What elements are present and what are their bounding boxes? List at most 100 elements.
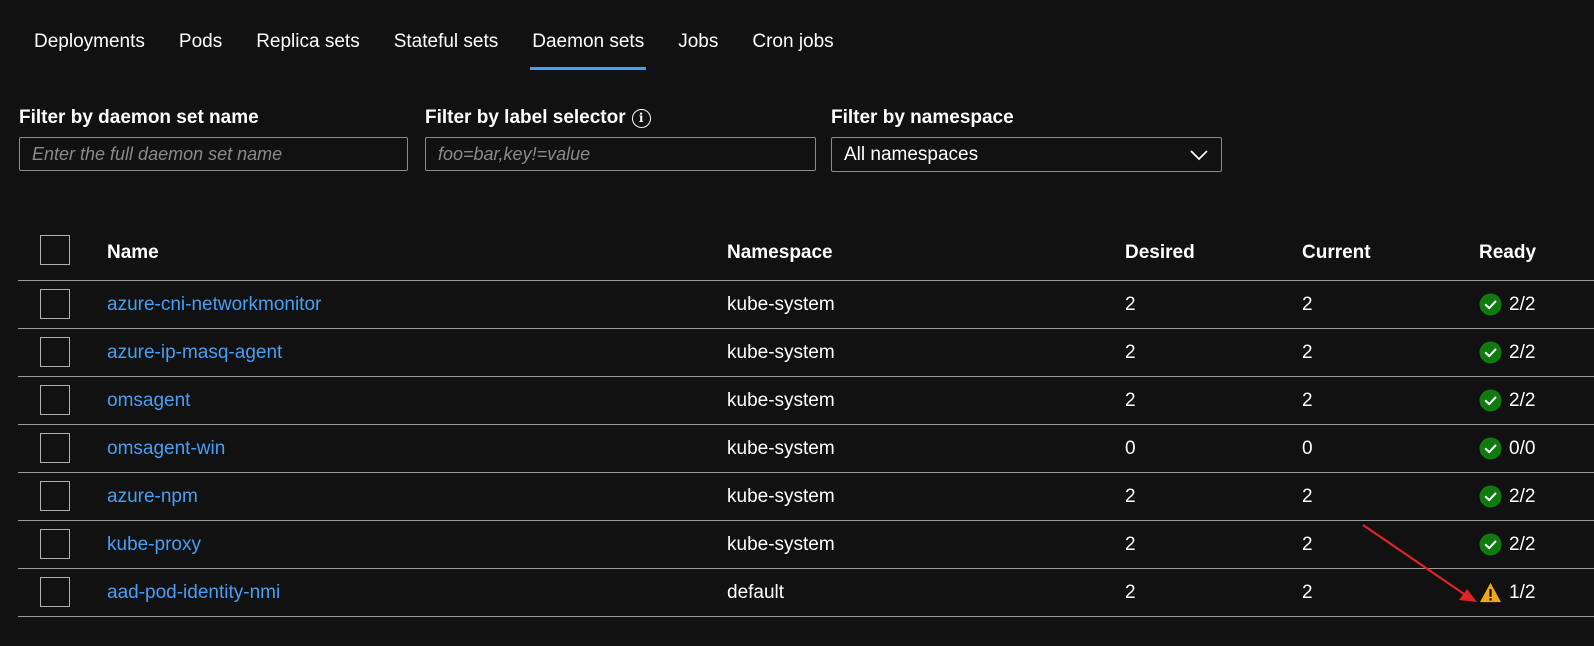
row-current: 0 bbox=[1302, 437, 1313, 459]
namespace-dropdown-value: All namespaces bbox=[844, 143, 979, 165]
info-icon[interactable]: i bbox=[631, 108, 651, 128]
row-ready-cell: 2/2 bbox=[1479, 521, 1535, 568]
row-ready: 0/0 bbox=[1509, 437, 1536, 459]
row-current: 2 bbox=[1302, 485, 1313, 507]
daemon-set-name-link[interactable]: azure-npm bbox=[107, 486, 198, 508]
tab-deployments[interactable]: Deployments bbox=[20, 0, 159, 70]
name-filter-input[interactable] bbox=[19, 137, 408, 171]
tab-daemon-sets[interactable]: Daemon sets bbox=[518, 0, 658, 70]
daemon-set-name-link[interactable]: kube-proxy bbox=[107, 534, 201, 556]
column-header-current[interactable]: Current bbox=[1302, 225, 1371, 280]
row-checkbox[interactable] bbox=[40, 289, 70, 319]
check-circle-icon bbox=[1479, 533, 1502, 556]
row-current: 2 bbox=[1302, 581, 1313, 603]
row-checkbox[interactable] bbox=[40, 577, 70, 607]
row-ready-cell: 2/2 bbox=[1479, 281, 1535, 328]
row-name-cell: aad-pod-identity-nmi bbox=[107, 569, 280, 616]
daemon-sets-view: Deployments Pods Replica sets Stateful s… bbox=[0, 0, 1594, 646]
daemon-set-name-link[interactable]: azure-ip-masq-agent bbox=[107, 342, 282, 364]
label-selector-filter: Filter by label selector i bbox=[425, 106, 816, 171]
row-checkbox[interactable] bbox=[40, 481, 70, 511]
table-row: omsagent kube-system 2 2 2/2 bbox=[18, 377, 1594, 425]
row-ready: 2/2 bbox=[1509, 293, 1536, 315]
column-header-desired[interactable]: Desired bbox=[1125, 225, 1195, 280]
table-row: kube-proxy kube-system 2 2 2/2 bbox=[18, 521, 1594, 569]
row-desired: 2 bbox=[1125, 341, 1136, 363]
row-checkbox[interactable] bbox=[40, 529, 70, 559]
table-body: azure-cni-networkmonitor kube-system 2 2… bbox=[18, 281, 1594, 617]
table-header-row: Name Namespace Desired Current Ready bbox=[18, 225, 1594, 281]
row-name-cell: omsagent-win bbox=[107, 425, 225, 472]
row-checkbox[interactable] bbox=[40, 385, 70, 415]
namespace-filter: Filter by namespace All namespaces bbox=[831, 106, 1222, 172]
row-name-cell: azure-ip-masq-agent bbox=[107, 329, 282, 376]
label-selector-input[interactable] bbox=[425, 137, 816, 171]
row-ready: 2/2 bbox=[1509, 485, 1536, 507]
label-selector-filter-label: Filter by label selector bbox=[425, 107, 626, 128]
name-filter-label: Filter by daemon set name bbox=[19, 107, 259, 128]
row-ready-cell: 2/2 bbox=[1479, 473, 1535, 520]
select-all-checkbox[interactable] bbox=[40, 235, 70, 265]
tab-cron-jobs[interactable]: Cron jobs bbox=[738, 0, 847, 70]
row-namespace: kube-system bbox=[727, 341, 835, 363]
row-name-cell: omsagent bbox=[107, 377, 190, 424]
check-circle-icon bbox=[1479, 341, 1502, 364]
daemon-set-name-link[interactable]: aad-pod-identity-nmi bbox=[107, 582, 280, 604]
row-desired: 2 bbox=[1125, 485, 1136, 507]
row-desired: 0 bbox=[1125, 437, 1136, 459]
row-namespace: kube-system bbox=[727, 389, 835, 411]
tab-jobs[interactable]: Jobs bbox=[664, 0, 732, 70]
row-ready: 1/2 bbox=[1509, 581, 1536, 603]
row-desired: 2 bbox=[1125, 293, 1136, 315]
daemon-set-name-link[interactable]: omsagent bbox=[107, 390, 190, 412]
daemon-set-name-link[interactable]: omsagent-win bbox=[107, 438, 225, 460]
warning-triangle-icon bbox=[1479, 582, 1502, 603]
row-ready: 2/2 bbox=[1509, 341, 1536, 363]
row-namespace: kube-system bbox=[727, 533, 835, 555]
tab-pods[interactable]: Pods bbox=[165, 0, 236, 70]
row-name-cell: azure-cni-networkmonitor bbox=[107, 281, 321, 328]
row-checkbox[interactable] bbox=[40, 337, 70, 367]
row-name-cell: kube-proxy bbox=[107, 521, 201, 568]
row-current: 2 bbox=[1302, 389, 1313, 411]
row-name-cell: azure-npm bbox=[107, 473, 198, 520]
label-selector-filter-label-row: Filter by label selector i bbox=[425, 106, 816, 130]
row-ready-cell: 2/2 bbox=[1479, 377, 1535, 424]
table-row: azure-cni-networkmonitor kube-system 2 2… bbox=[18, 281, 1594, 329]
row-namespace: default bbox=[727, 581, 785, 603]
daemon-sets-table: Name Namespace Desired Current Ready azu… bbox=[18, 225, 1594, 617]
table-row: azure-npm kube-system 2 2 2/2 bbox=[18, 473, 1594, 521]
namespace-filter-label: Filter by namespace bbox=[831, 107, 1014, 128]
row-current: 2 bbox=[1302, 533, 1313, 555]
daemon-set-name-link[interactable]: azure-cni-networkmonitor bbox=[107, 294, 321, 316]
row-ready-cell: 2/2 bbox=[1479, 329, 1535, 376]
tab-replica-sets[interactable]: Replica sets bbox=[242, 0, 374, 70]
row-current: 2 bbox=[1302, 293, 1313, 315]
row-ready-cell: 1/2 bbox=[1479, 569, 1535, 616]
namespace-dropdown[interactable]: All namespaces bbox=[831, 137, 1222, 172]
table-row: azure-ip-masq-agent kube-system 2 2 2/2 bbox=[18, 329, 1594, 377]
row-desired: 2 bbox=[1125, 581, 1136, 603]
table-row: aad-pod-identity-nmi default 2 2 1/2 bbox=[18, 569, 1594, 617]
check-circle-icon bbox=[1479, 437, 1502, 460]
row-namespace: kube-system bbox=[727, 485, 835, 507]
column-header-ready[interactable]: Ready bbox=[1479, 225, 1536, 280]
row-ready: 2/2 bbox=[1509, 389, 1536, 411]
row-desired: 2 bbox=[1125, 533, 1136, 555]
row-namespace: kube-system bbox=[727, 437, 835, 459]
column-header-name[interactable]: Name bbox=[107, 225, 159, 280]
name-filter: Filter by daemon set name bbox=[19, 106, 408, 171]
check-circle-icon bbox=[1479, 485, 1502, 508]
resource-tabs: Deployments Pods Replica sets Stateful s… bbox=[20, 0, 854, 70]
row-desired: 2 bbox=[1125, 389, 1136, 411]
check-circle-icon bbox=[1479, 293, 1502, 316]
row-checkbox[interactable] bbox=[40, 433, 70, 463]
chevron-down-icon bbox=[1190, 149, 1208, 160]
table-row: omsagent-win kube-system 0 0 0/0 bbox=[18, 425, 1594, 473]
column-header-namespace[interactable]: Namespace bbox=[727, 225, 833, 280]
tab-stateful-sets[interactable]: Stateful sets bbox=[380, 0, 513, 70]
row-current: 2 bbox=[1302, 341, 1313, 363]
row-namespace: kube-system bbox=[727, 293, 835, 315]
check-circle-icon bbox=[1479, 389, 1502, 412]
row-ready: 2/2 bbox=[1509, 533, 1536, 555]
